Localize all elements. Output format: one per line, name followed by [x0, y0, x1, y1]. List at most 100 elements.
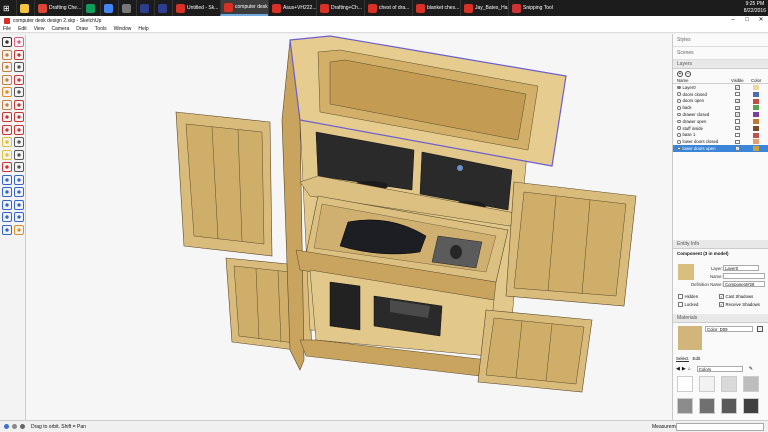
- definition-field[interactable]: Component#28: [723, 281, 765, 287]
- active-layer-radio[interactable]: [677, 146, 681, 151]
- zoom-extents-icon[interactable]: [2, 199, 12, 210]
- layer-row[interactable]: drawer closed ✓: [673, 111, 768, 118]
- col-name[interactable]: Name: [677, 78, 688, 83]
- taskbar-item[interactable]: Untitled - Sk...: [172, 0, 220, 16]
- layer-visible-checkbox[interactable]: ✓: [735, 98, 740, 104]
- receive-shadows-checkbox[interactable]: ✓ Receive Shadows: [719, 302, 760, 307]
- taskbar-item[interactable]: blanket ches...: [412, 0, 460, 16]
- axes-icon[interactable]: [2, 162, 12, 172]
- forward-arrow-icon[interactable]: ▶: [682, 366, 686, 372]
- menu-camera[interactable]: Camera: [51, 26, 69, 32]
- look-around-icon[interactable]: [2, 224, 12, 235]
- active-layer-radio[interactable]: [677, 140, 681, 144]
- orbit-icon[interactable]: [2, 174, 12, 185]
- layer-color-swatch[interactable]: [753, 112, 759, 118]
- menu-edit[interactable]: Edit: [18, 26, 27, 32]
- layer-row[interactable]: drawer open: [673, 118, 768, 125]
- pan-icon[interactable]: [14, 174, 24, 185]
- active-layer-radio[interactable]: [677, 92, 681, 96]
- taskbar-item[interactable]: Asus+VH222...: [268, 0, 316, 16]
- material-swatch-2[interactable]: [721, 376, 737, 392]
- taskbar-item[interactable]: [136, 0, 154, 16]
- move-icon[interactable]: [14, 99, 24, 110]
- select-arrow-icon[interactable]: [2, 37, 12, 47]
- layer-visible-checkbox[interactable]: ✓: [735, 105, 740, 111]
- polygon-icon[interactable]: [2, 87, 12, 97]
- layer-row[interactable]: Layer0 ✓: [673, 84, 768, 91]
- add-layer-icon[interactable]: +: [677, 70, 683, 77]
- walk-icon[interactable]: [14, 212, 24, 222]
- layer-select[interactable]: Layer0: [723, 265, 759, 271]
- taskbar-item[interactable]: [118, 0, 136, 16]
- taskbar-item[interactable]: [16, 0, 34, 16]
- maximize-icon[interactable]: □: [740, 16, 754, 25]
- menu-tools[interactable]: Tools: [95, 26, 107, 32]
- pencil-icon[interactable]: [14, 49, 24, 60]
- layers-panel-title[interactable]: Layers: [673, 60, 768, 69]
- home-icon[interactable]: ⌂: [688, 366, 691, 372]
- layer-color-swatch[interactable]: [753, 139, 759, 145]
- active-layer-radio[interactable]: [677, 119, 681, 124]
- layer-row[interactable]: stuff inside ✓: [673, 125, 768, 132]
- active-layer-radio[interactable]: [677, 126, 681, 130]
- active-layer-radio[interactable]: [677, 85, 681, 90]
- material-swatch-5[interactable]: [699, 398, 715, 414]
- material-swatch-0[interactable]: [677, 376, 693, 392]
- material-swatch-4[interactable]: [677, 398, 693, 414]
- layer-color-swatch[interactable]: [753, 118, 759, 124]
- taskbar-item[interactable]: Jay_Bates_Ha...: [460, 0, 508, 16]
- entity-swatch[interactable]: [678, 264, 694, 280]
- close-icon[interactable]: ✕: [754, 16, 768, 25]
- menu-window[interactable]: Window: [114, 26, 132, 32]
- layer-visible-checkbox[interactable]: ✓: [735, 112, 740, 117]
- layer-row[interactable]: doors closed: [673, 91, 768, 98]
- layer-row[interactable]: lower doors closed: [673, 138, 768, 145]
- taskbar-item[interactable]: [100, 0, 118, 16]
- system-clock[interactable]: 9:25 PM 8/22/2016: [744, 0, 766, 16]
- layer-visible-checkbox[interactable]: [735, 91, 740, 97]
- section-plane-icon[interactable]: [14, 224, 24, 235]
- layer-row[interactable]: base 1: [673, 132, 768, 139]
- tab-select[interactable]: Select: [676, 356, 689, 362]
- start-button[interactable]: ⊞: [0, 0, 16, 16]
- taskbar-item[interactable]: [154, 0, 172, 16]
- zoom-window-icon[interactable]: [14, 187, 24, 197]
- push-pull-icon[interactable]: [2, 99, 12, 110]
- menu-draw[interactable]: Draw: [76, 26, 88, 32]
- layer-color-swatch[interactable]: [753, 85, 759, 90]
- taskbar-item[interactable]: [82, 0, 100, 16]
- taskbar-item[interactable]: computer desk...: [220, 0, 268, 16]
- rotate-icon[interactable]: [2, 112, 12, 122]
- material-swatch-3[interactable]: [743, 376, 759, 392]
- zoom-icon[interactable]: [2, 187, 12, 197]
- name-field[interactable]: [723, 273, 765, 279]
- styles-panel[interactable]: Styles: [673, 34, 768, 47]
- user-icon[interactable]: [20, 424, 25, 429]
- active-layer-radio[interactable]: [677, 106, 681, 110]
- offset-icon[interactable]: [14, 124, 24, 135]
- layer-visible-checkbox[interactable]: ✓: [735, 146, 740, 151]
- cast-shadows-checkbox[interactable]: ✓ Cast Shadows: [719, 294, 753, 299]
- taskbar-item[interactable]: Drafting Che...: [34, 0, 82, 16]
- locked-checkbox[interactable]: Locked: [678, 302, 698, 307]
- eraser-icon[interactable]: [14, 37, 24, 47]
- layer-color-swatch[interactable]: [753, 125, 759, 131]
- hidden-checkbox[interactable]: Hidden: [678, 294, 698, 299]
- library-select[interactable]: Colors: [696, 366, 743, 372]
- menu-view[interactable]: View: [34, 26, 45, 32]
- layer-row[interactable]: back ✓: [673, 104, 768, 111]
- freehand-icon[interactable]: [14, 87, 24, 97]
- position-camera-icon[interactable]: [2, 212, 12, 222]
- arc-icon[interactable]: [14, 74, 24, 85]
- scale-icon[interactable]: [2, 124, 12, 135]
- follow-me-icon[interactable]: [14, 112, 24, 122]
- text-icon[interactable]: [14, 149, 24, 160]
- material-swatch-6[interactable]: [721, 398, 737, 414]
- back-arrow-icon[interactable]: ◀: [676, 366, 680, 372]
- scenes-panel[interactable]: Scenes: [673, 47, 768, 60]
- previous-view-icon[interactable]: [14, 199, 24, 210]
- layer-visible-checkbox[interactable]: [735, 132, 740, 138]
- tape-measure-icon[interactable]: [2, 137, 12, 147]
- material-swatch-7[interactable]: [743, 398, 759, 414]
- delete-layer-icon[interactable]: −: [685, 70, 691, 77]
